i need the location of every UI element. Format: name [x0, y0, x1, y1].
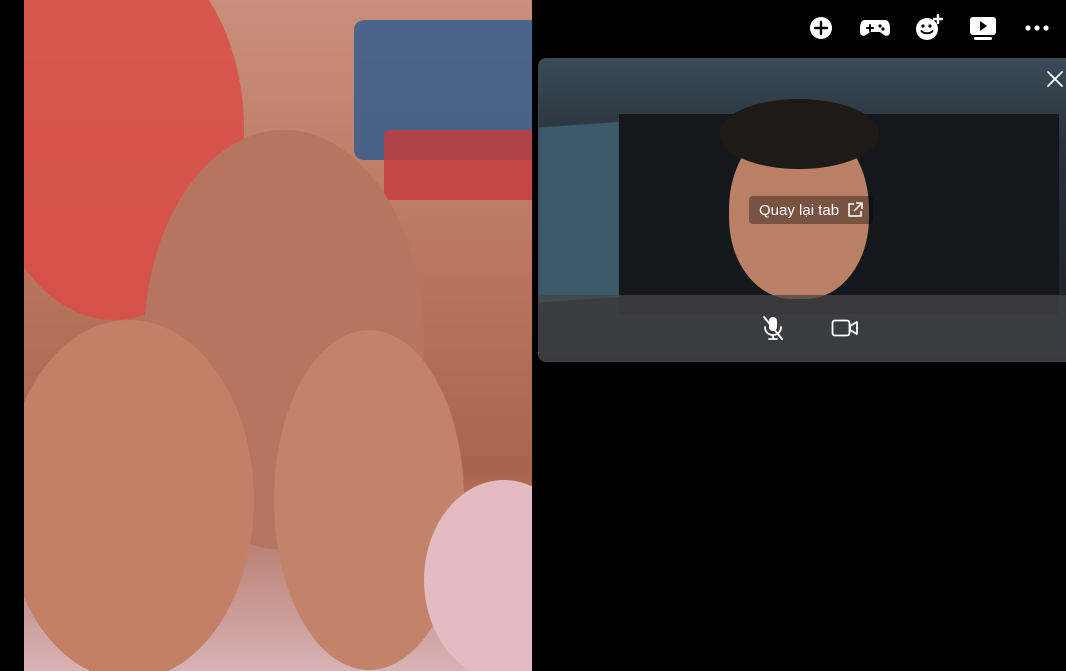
- add-emoji-icon: [916, 14, 943, 40]
- gamepad-icon: [860, 20, 890, 36]
- main-video: [24, 0, 532, 671]
- close-icon: [1047, 71, 1063, 87]
- call-toolbar: [802, 8, 1056, 48]
- more-button[interactable]: [1018, 9, 1056, 47]
- open-external-icon: [848, 202, 863, 217]
- add-circle-icon: [810, 17, 832, 39]
- hair: [719, 99, 879, 169]
- mute-toggle-button[interactable]: [757, 312, 789, 344]
- games-button[interactable]: [856, 9, 894, 47]
- play-icon: [970, 17, 996, 40]
- close-pip-button[interactable]: [1043, 67, 1066, 91]
- watch-together-button[interactable]: [964, 9, 1002, 47]
- add-effect-button[interactable]: [910, 9, 948, 47]
- more-icon: [1025, 25, 1049, 31]
- add-participant-button[interactable]: [802, 9, 840, 47]
- pip-controls: [539, 295, 1066, 361]
- mic-off-icon: [763, 316, 783, 340]
- self-view-window: Quay lại tab: [538, 58, 1066, 362]
- camera-toggle-button[interactable]: [829, 312, 861, 344]
- camera-icon: [831, 319, 858, 337]
- back-to-tab-label: Quay lại tab: [759, 201, 840, 219]
- back-to-tab-button[interactable]: Quay lại tab: [749, 196, 874, 224]
